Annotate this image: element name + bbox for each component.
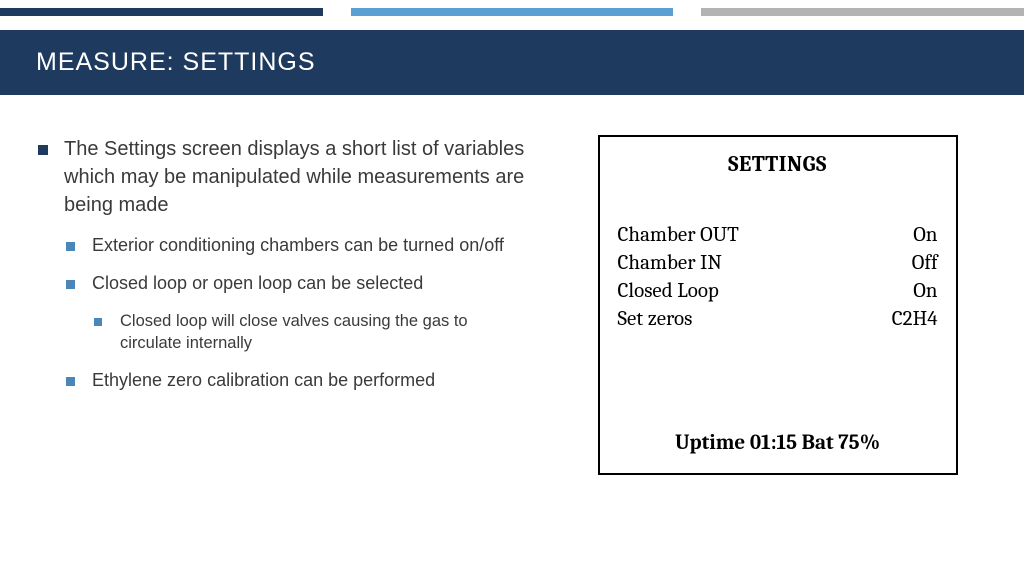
panel-row-label: Set zeros (618, 307, 693, 331)
panel-row: Chamber IN Off (618, 251, 938, 275)
bullet-sub3: Ethylene zero calibration can be perform… (64, 368, 527, 392)
panel-row-value: On (913, 223, 937, 247)
slide-title: MEASURE: SETTINGS (36, 48, 316, 76)
settings-panel: SETTINGS Chamber OUT On Chamber IN Off C… (598, 135, 958, 475)
accent-segment-gray (701, 8, 1024, 16)
bullet-sub2: Closed loop or open loop can be selected… (64, 271, 527, 354)
accent-segment-dark (0, 8, 323, 16)
panel-status: Uptime 01:15 Bat 75% (618, 431, 938, 455)
bullet-sub2a: Closed loop will close valves causing th… (92, 310, 527, 355)
accent-segment-blue (351, 8, 674, 16)
slide-title-bar: MEASURE: SETTINGS (0, 30, 1024, 95)
bullet-main-text: The Settings screen displays a short lis… (64, 138, 524, 216)
bullet-main: The Settings screen displays a short lis… (36, 135, 527, 392)
panel-row-label: Chamber IN (618, 251, 722, 275)
panel-row: Set zeros C2H4 (618, 307, 938, 331)
panel-title: SETTINGS (618, 151, 938, 177)
bullet-sub1: Exterior conditioning chambers can be tu… (64, 233, 527, 257)
panel-column: SETTINGS Chamber OUT On Chamber IN Off C… (567, 135, 988, 475)
panel-row: Chamber OUT On (618, 223, 938, 247)
bullet-column: The Settings screen displays a short lis… (36, 135, 527, 475)
panel-row-label: Closed Loop (618, 279, 719, 303)
panel-row-value: Off (912, 251, 938, 275)
panel-row: Closed Loop On (618, 279, 938, 303)
panel-rows: Chamber OUT On Chamber IN Off Closed Loo… (618, 223, 938, 397)
panel-row-label: Chamber OUT (618, 223, 739, 247)
top-accent-bar (0, 8, 1024, 16)
panel-row-value: C2H4 (892, 307, 938, 331)
content-area: The Settings screen displays a short lis… (0, 95, 1024, 495)
bullet-sub2-text: Closed loop or open loop can be selected (92, 273, 423, 293)
panel-row-value: On (913, 279, 937, 303)
